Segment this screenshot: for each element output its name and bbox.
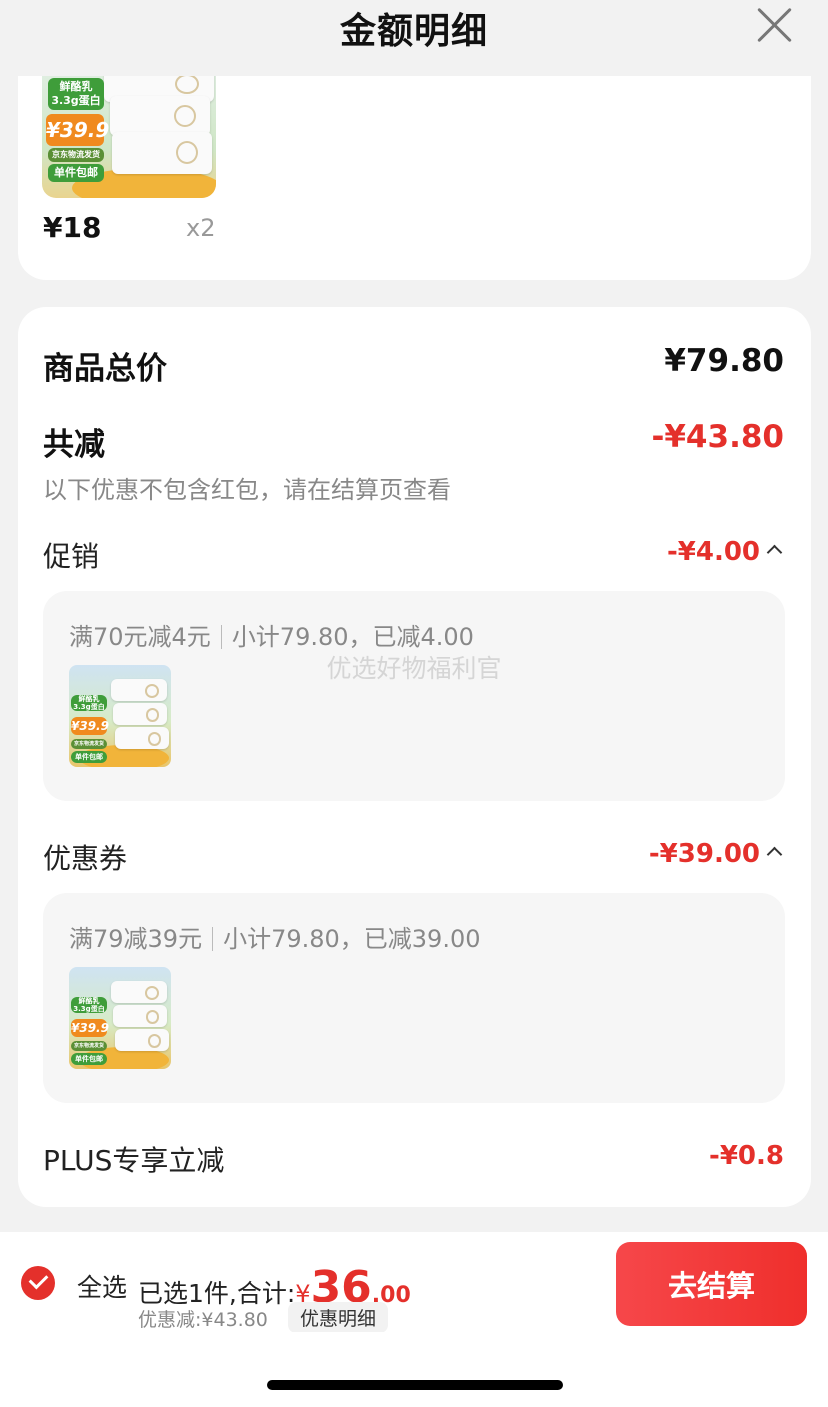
amount-detail-card: 商品总价 ¥79.80 共减 -¥43.80 以下优惠不包含红包，请在结算页查看… bbox=[18, 307, 811, 1207]
page-title: 金额明细 bbox=[339, 11, 488, 52]
promotion-detail: 满70元减4元 小计79.80，已减4.00 bbox=[69, 617, 474, 652]
select-all-label[interactable]: 全选 bbox=[77, 1268, 127, 1304]
header: 金额明细 bbox=[0, 0, 828, 76]
coupon-detail-box: 满79减39元 小计79.80，已减39.00 鲜酪乳 3.3g蛋白 ¥39.9 京… bbox=[43, 893, 785, 1103]
checkout-bar: 全选 已选1件,合计:¥36.00 优惠减:¥43.80 优惠明细 去结算 bbox=[0, 1232, 828, 1333]
promotion-label: 促销 bbox=[43, 540, 100, 573]
product-thumbnail[interactable]: 鲜酪乳 3.3g蛋白 ¥39.9 京东物流发货 单件包邮 bbox=[69, 967, 171, 1069]
promotion-subtotal: 小计79.80，已减4.00 bbox=[231, 623, 474, 651]
goods-total-row: 商品总价 ¥79.80 bbox=[43, 343, 784, 388]
reduction-label: 共减 bbox=[43, 427, 105, 463]
coupon-value: -¥39.00 bbox=[648, 839, 760, 869]
home-indicator[interactable] bbox=[267, 1380, 563, 1390]
product-card: 鲜酪乳 3.3g蛋白 ¥39.9 京东物流发货 单件包邮 ¥18 x2 bbox=[18, 76, 811, 280]
promotion-detail-box: 满70元减4元 小计79.80，已减4.00 优选好物福利官 鲜酪乳 3.3g蛋白 … bbox=[43, 591, 785, 801]
promotion-rule: 满70元减4元 bbox=[69, 623, 211, 651]
discount-text: 优惠减:¥43.80 bbox=[138, 1309, 268, 1331]
close-icon[interactable] bbox=[754, 4, 796, 46]
promotion-value: -¥4.00 bbox=[666, 537, 760, 567]
reduction-value: -¥43.80 bbox=[651, 419, 785, 455]
goods-total-label: 商品总价 bbox=[43, 351, 167, 387]
plus-discount-value: -¥0.8 bbox=[709, 1141, 784, 1171]
goods-total-value: ¥79.80 bbox=[664, 343, 784, 379]
chevron-up-icon[interactable] bbox=[766, 544, 783, 561]
checkmark-icon[interactable] bbox=[21, 1266, 55, 1300]
product-image[interactable]: 鲜酪乳 3.3g蛋白 ¥39.9 京东物流发货 单件包邮 bbox=[42, 76, 216, 198]
reduction-note: 以下优惠不包含红包，请在结算页查看 bbox=[43, 476, 451, 504]
reduction-row: 共减 -¥43.80 bbox=[43, 419, 784, 464]
home-indicator-area bbox=[0, 1332, 828, 1407]
plus-discount-row: PLUS专享立减 -¥0.8 bbox=[43, 1139, 784, 1179]
plus-discount-label: PLUS专享立减 bbox=[43, 1144, 225, 1177]
product-price: ¥18 bbox=[43, 211, 102, 244]
coupon-detail: 满79减39元 小计79.80，已减39.00 bbox=[69, 919, 481, 954]
coupon-rule: 满79减39元 bbox=[69, 925, 203, 953]
coupon-subtotal: 小计79.80，已减39.00 bbox=[223, 925, 481, 953]
product-thumbnail[interactable]: 鲜酪乳 3.3g蛋白 ¥39.9 京东物流发货 单件包邮 bbox=[69, 665, 171, 767]
checkout-button[interactable]: 去结算 bbox=[616, 1242, 807, 1326]
discount-detail-button[interactable]: 优惠明细 bbox=[288, 1302, 389, 1333]
chevron-up-icon[interactable] bbox=[766, 846, 783, 863]
promotion-row[interactable]: 促销 -¥4.00 bbox=[43, 535, 784, 575]
coupon-row[interactable]: 优惠券 -¥39.00 bbox=[43, 837, 784, 877]
coupon-label: 优惠券 bbox=[43, 842, 128, 875]
product-quantity: x2 bbox=[186, 214, 216, 242]
selected-count-text: 已选1件,合计: bbox=[138, 1279, 296, 1308]
